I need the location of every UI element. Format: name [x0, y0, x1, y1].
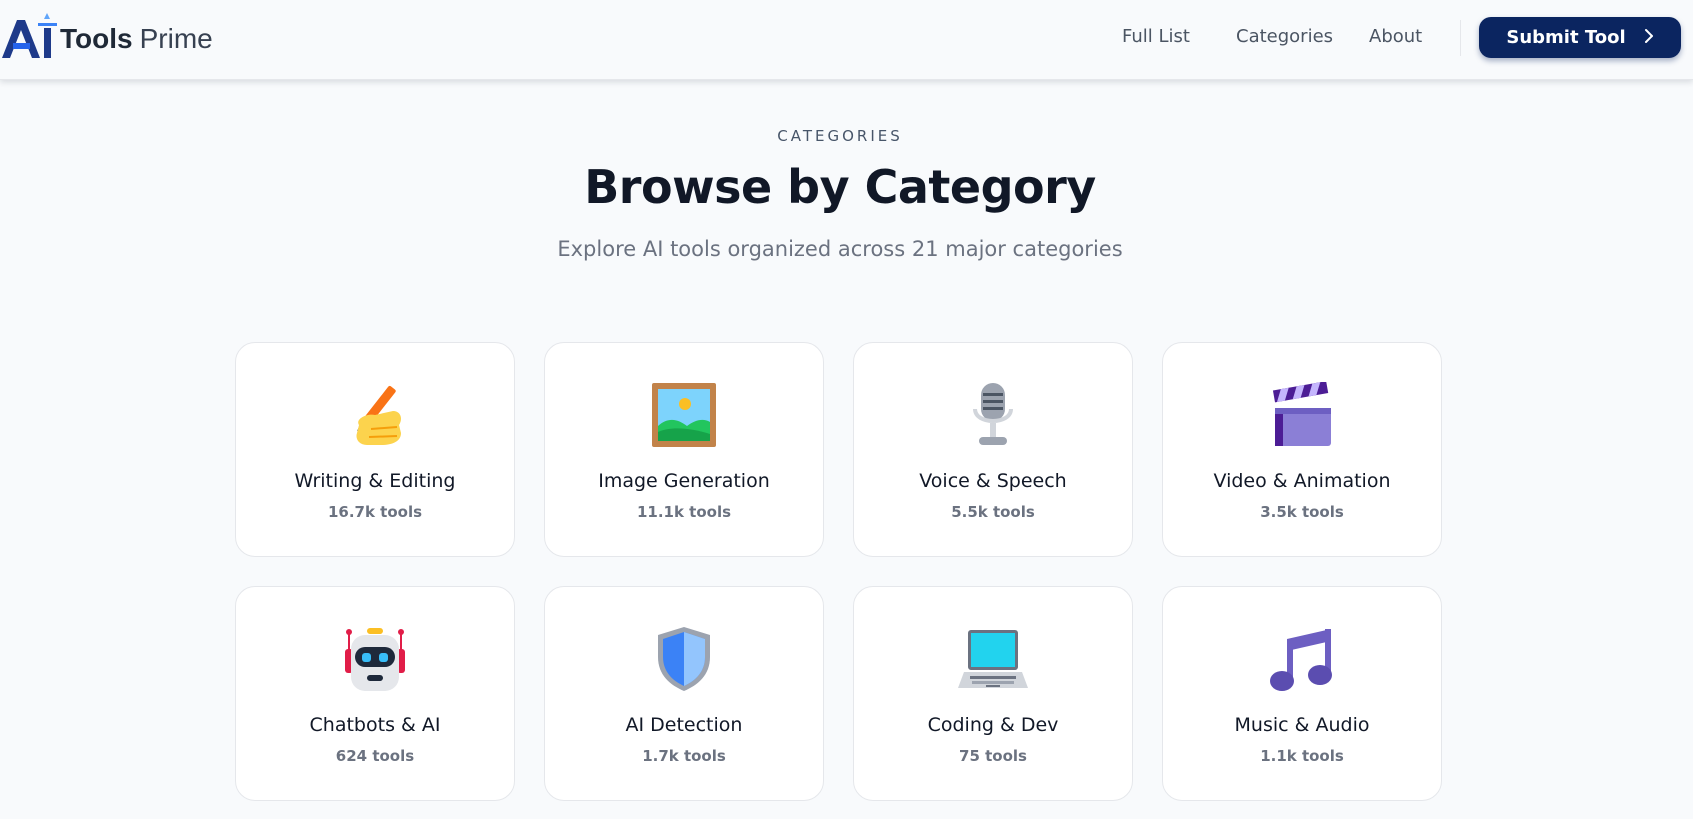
site-header: Tools Prime Full List Categories About S… [0, 0, 1693, 80]
category-name: Voice & Speech [919, 470, 1067, 492]
category-name: AI Detection [625, 714, 743, 736]
category-name: Coding & Dev [927, 714, 1059, 736]
category-name: Writing & Editing [294, 470, 456, 492]
logo-ai-mark-icon [0, 10, 58, 60]
category-card-video-animation[interactable]: Video & Animation 3.5k tools [1162, 342, 1442, 557]
laptop-icon [854, 627, 1132, 691]
submit-tool-label: Submit Tool [1506, 27, 1626, 48]
category-name: Music & Audio [1234, 714, 1370, 736]
microphone-icon [854, 383, 1132, 447]
chevron-right-icon [1644, 25, 1654, 49]
musical-notes-icon [1163, 627, 1441, 691]
category-card-ai-detection[interactable]: AI Detection 1.7k tools [544, 586, 824, 801]
logo-name-bold: Tools [60, 23, 133, 54]
category-count: 624 tools [335, 747, 415, 765]
page-title: Browse by Category [584, 160, 1096, 214]
category-count: 1.7k tools [642, 747, 726, 765]
nav-divider [1460, 20, 1461, 56]
category-card-voice-speech[interactable]: Voice & Speech 5.5k tools [853, 342, 1133, 557]
submit-tool-button[interactable]: Submit Tool [1479, 17, 1681, 58]
clapper-board-icon [1163, 382, 1441, 447]
category-name: Image Generation [598, 470, 770, 492]
category-count: 5.5k tools [951, 503, 1035, 521]
nav-about[interactable]: About [1369, 26, 1422, 47]
category-count: 11.1k tools [636, 503, 732, 521]
category-card-image-generation[interactable]: Image Generation 11.1k tools [544, 342, 824, 557]
category-count: 3.5k tools [1260, 503, 1344, 521]
category-name: Video & Animation [1213, 470, 1391, 492]
category-count: 1.1k tools [1260, 747, 1344, 765]
nav-categories[interactable]: Categories [1236, 26, 1333, 47]
shield-icon [545, 627, 823, 691]
writing-hand-icon [236, 383, 514, 447]
category-count: 16.7k tools [327, 503, 423, 521]
logo-name-light: Prime [139, 23, 213, 54]
site-logo[interactable]: Tools Prime [0, 10, 213, 60]
nav-full-list[interactable]: Full List [1122, 26, 1190, 47]
category-card-coding[interactable]: Coding & Dev 75 tools [853, 586, 1133, 801]
framed-picture-icon [545, 383, 823, 447]
category-card-music[interactable]: Music & Audio 1.1k tools [1162, 586, 1442, 801]
category-card-chatbots[interactable]: Chatbots & AI 624 tools [235, 586, 515, 801]
category-card-writing[interactable]: Writing & Editing 16.7k tools [235, 342, 515, 557]
page-subtitle: Explore AI tools organized across 21 maj… [557, 237, 1123, 261]
category-name: Chatbots & AI [309, 714, 441, 736]
robot-icon [236, 627, 514, 691]
category-count: 75 tools [959, 747, 1027, 765]
section-eyebrow: CATEGORIES [777, 127, 903, 145]
